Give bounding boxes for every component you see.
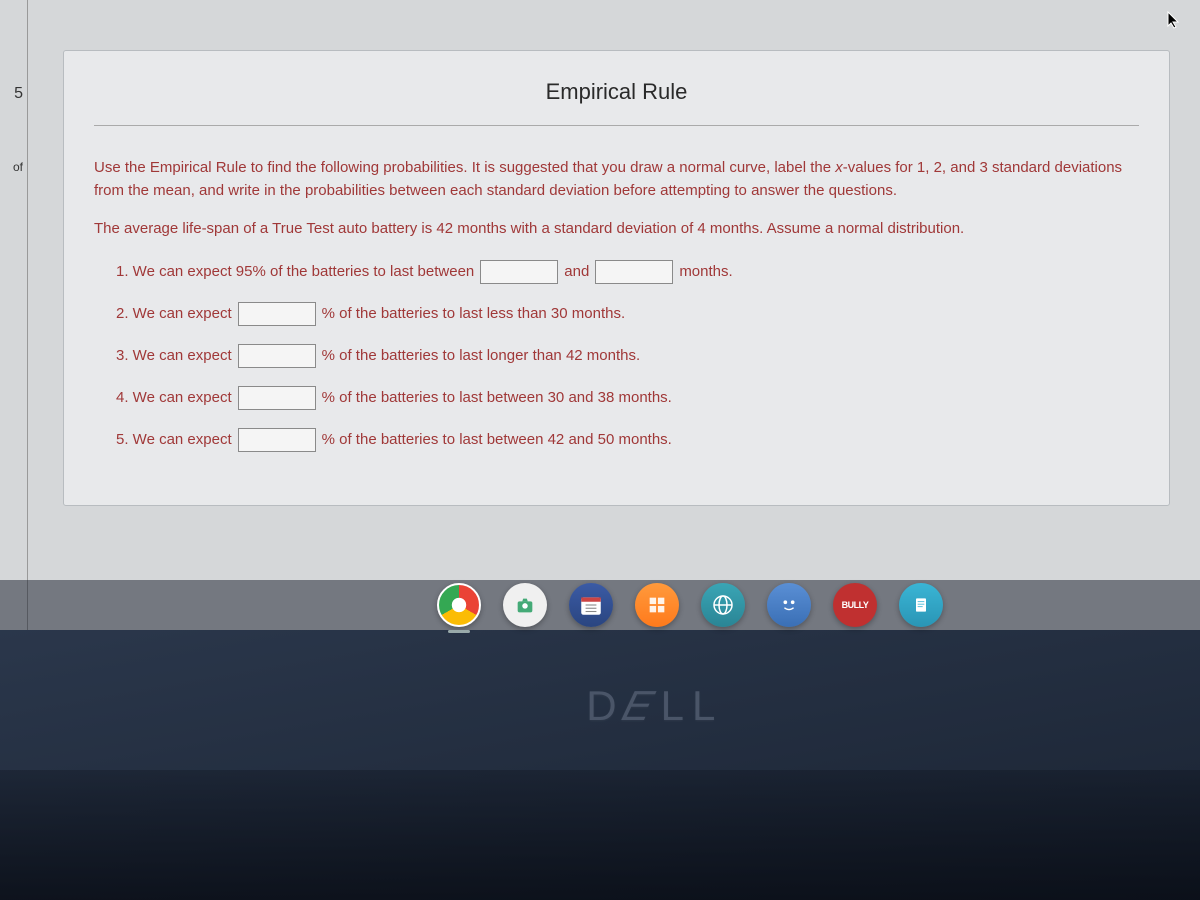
q4-input[interactable] bbox=[238, 386, 316, 410]
cursor-icon bbox=[1166, 10, 1182, 30]
q4-post: % of the batteries to last between 30 an… bbox=[322, 389, 672, 406]
question-5: 5. We can expect % of the batteries to l… bbox=[94, 428, 1139, 452]
q3-post: % of the batteries to last longer than 4… bbox=[322, 347, 641, 364]
taskbar-chrome-wrapper bbox=[437, 583, 481, 627]
q1-mid: and bbox=[564, 263, 589, 280]
left-sidebar: 5 of bbox=[0, 0, 28, 630]
question-1: 1. We can expect 95% of the batteries to… bbox=[94, 260, 1139, 284]
face-glyph-icon bbox=[778, 594, 800, 616]
q1-input-b[interactable] bbox=[595, 260, 673, 284]
question-2: 2. We can expect % of the batteries to l… bbox=[94, 302, 1139, 326]
taskbar: BULLY bbox=[0, 580, 1200, 630]
instruction-text: Use the Empirical Rule to find the follo… bbox=[94, 156, 1139, 203]
q3-input[interactable] bbox=[238, 344, 316, 368]
q1-input-a[interactable] bbox=[480, 260, 558, 284]
context-text: The average life-span of a True Test aut… bbox=[94, 217, 1139, 240]
calendar-glyph-icon bbox=[578, 592, 604, 618]
app-blue-icon[interactable] bbox=[767, 583, 811, 627]
q1-pre: 1. We can expect 95% of the batteries to… bbox=[116, 263, 474, 280]
question-of-label: of bbox=[13, 160, 23, 174]
bully-label: BULLY bbox=[842, 600, 869, 610]
app-cyan-icon[interactable] bbox=[899, 583, 943, 627]
quiz-title: Empirical Rule bbox=[94, 51, 1139, 126]
q5-post: % of the batteries to last between 42 an… bbox=[322, 431, 672, 448]
instruction-x-var: x bbox=[835, 159, 843, 176]
screen-area: 5 of Empirical Rule Use the Empirical Ru… bbox=[0, 0, 1200, 630]
active-indicator bbox=[448, 630, 470, 633]
globe-glyph-icon bbox=[711, 593, 735, 617]
q3-pre: 3. We can expect bbox=[116, 347, 232, 364]
question-3: 3. We can expect % of the batteries to l… bbox=[94, 344, 1139, 368]
quiz-body: Use the Empirical Rule to find the follo… bbox=[64, 126, 1169, 505]
bully-block-icon[interactable]: BULLY bbox=[833, 583, 877, 627]
camera-glyph-icon bbox=[514, 594, 536, 616]
app-teal-icon[interactable] bbox=[701, 583, 745, 627]
dell-logo: DELL bbox=[586, 682, 723, 730]
q1-post: months. bbox=[679, 263, 732, 280]
laptop-bezel bbox=[0, 770, 1200, 900]
chrome-icon[interactable] bbox=[437, 583, 481, 627]
document-glyph-icon bbox=[911, 595, 931, 615]
q2-pre: 2. We can expect bbox=[116, 305, 232, 322]
calendar-icon[interactable] bbox=[569, 583, 613, 627]
grid-glyph-icon bbox=[646, 594, 668, 616]
question-4: 4. We can expect % of the batteries to l… bbox=[94, 386, 1139, 410]
q5-pre: 5. We can expect bbox=[116, 431, 232, 448]
q4-pre: 4. We can expect bbox=[116, 389, 232, 406]
app-orange-icon[interactable] bbox=[635, 583, 679, 627]
q2-input[interactable] bbox=[238, 302, 316, 326]
q5-input[interactable] bbox=[238, 428, 316, 452]
camera-app-icon[interactable] bbox=[503, 583, 547, 627]
q2-post: % of the batteries to last less than 30 … bbox=[322, 305, 626, 322]
question-number: 5 bbox=[14, 85, 23, 103]
instruction-part1: Use the Empirical Rule to find the follo… bbox=[94, 159, 835, 176]
content-panel: Empirical Rule Use the Empirical Rule to… bbox=[28, 0, 1200, 630]
quiz-card: Empirical Rule Use the Empirical Rule to… bbox=[63, 50, 1170, 506]
